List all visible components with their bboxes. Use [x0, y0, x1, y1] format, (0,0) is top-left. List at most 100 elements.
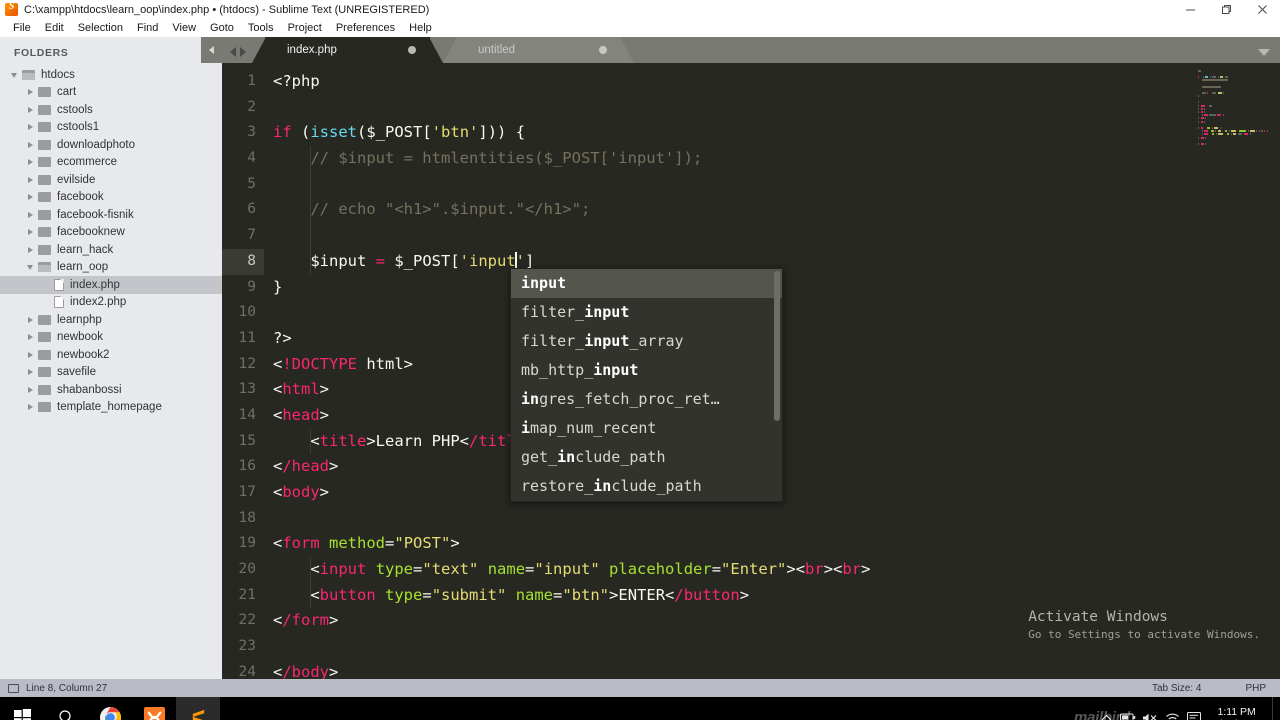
collapse-sidebar-icon[interactable]: [201, 37, 222, 63]
tree-file-index2.php[interactable]: index2.php: [0, 294, 222, 312]
menu-item-preferences[interactable]: Preferences: [329, 21, 402, 35]
cursor-position[interactable]: Line 8, Column 27: [26, 683, 107, 694]
code-line[interactable]: [264, 172, 1194, 198]
code-line[interactable]: <?php: [264, 69, 1194, 95]
autocomplete-item[interactable]: mb_http_input: [511, 356, 782, 385]
tree-folder-cart[interactable]: cart: [0, 84, 222, 102]
chevron-down-icon[interactable]: [10, 70, 19, 79]
chevron-right-icon[interactable]: [26, 88, 35, 97]
wifi-icon[interactable]: [1161, 712, 1183, 720]
menu-item-project[interactable]: Project: [281, 21, 329, 35]
volume-muted-icon[interactable]: [1139, 712, 1161, 720]
code-line[interactable]: [264, 506, 1194, 532]
menu-item-find[interactable]: Find: [130, 21, 165, 35]
autocomplete-popup[interactable]: input filter_input filter_input_array mb_ht…: [510, 268, 783, 502]
tree-folder-downloadphoto[interactable]: downloadphoto: [0, 136, 222, 154]
battery-icon[interactable]: [1117, 712, 1139, 720]
chevron-right-icon[interactable]: [26, 210, 35, 219]
chevron-right-icon[interactable]: [26, 105, 35, 114]
chevron-up-icon[interactable]: [1095, 714, 1117, 720]
autocomplete-item[interactable]: get_include_path: [511, 443, 782, 472]
autocomplete-item[interactable]: ingres_fetch_proc_ret…: [511, 385, 782, 414]
code-line[interactable]: // $input = htmlentities($_POST['input']…: [264, 146, 1194, 172]
tree-folder-savefile[interactable]: savefile: [0, 364, 222, 382]
chevron-down-icon[interactable]: [26, 263, 35, 272]
chevron-right-icon[interactable]: [26, 368, 35, 377]
xampp-icon[interactable]: [132, 697, 176, 720]
chrome-icon[interactable]: [88, 697, 132, 720]
chevron-down-icon[interactable]: [1258, 49, 1270, 56]
menu-item-edit[interactable]: Edit: [38, 21, 71, 35]
code-line[interactable]: // echo "<h1>".$input."</h1>";: [264, 197, 1194, 223]
autocomplete-item[interactable]: restore_include_path: [511, 472, 782, 501]
tab-size[interactable]: Tab Size: 4: [1152, 683, 1201, 694]
chevron-right-icon[interactable]: [26, 123, 35, 132]
tree-folder-learnphp[interactable]: learnphp: [0, 311, 222, 329]
chevron-right-icon[interactable]: [26, 385, 35, 394]
tree-folder-shabanbossi[interactable]: shabanbossi: [0, 381, 222, 399]
tree-folder-newbook[interactable]: newbook: [0, 329, 222, 347]
unsaved-indicator-icon[interactable]: [599, 46, 607, 54]
tree-folder-facebook[interactable]: facebook: [0, 189, 222, 207]
chevron-right-icon[interactable]: [26, 193, 35, 202]
chevron-right-icon[interactable]: [26, 315, 35, 324]
arrow-right-icon[interactable]: [240, 47, 246, 57]
tree-folder-cstools[interactable]: cstools: [0, 101, 222, 119]
close-icon[interactable]: [1244, 0, 1280, 19]
chevron-right-icon[interactable]: [26, 403, 35, 412]
tree-file-index.php[interactable]: index.php: [0, 276, 222, 294]
code-line[interactable]: <input type="text" name="input" placehol…: [264, 557, 1194, 583]
chevron-right-icon[interactable]: [26, 140, 35, 149]
chevron-right-icon[interactable]: [26, 175, 35, 184]
syntax-mode[interactable]: PHP: [1245, 683, 1266, 694]
tree-folder-newbook2[interactable]: newbook2: [0, 346, 222, 364]
chevron-right-icon[interactable]: [26, 228, 35, 237]
tree-folder-cstools1[interactable]: cstools1: [0, 119, 222, 137]
autocomplete-item[interactable]: filter_input: [511, 298, 782, 327]
menu-item-view[interactable]: View: [165, 21, 203, 35]
clock[interactable]: 1:11 PM 6/22/2018: [1205, 706, 1272, 720]
tab-untitled[interactable]: untitled: [443, 37, 634, 63]
tree-folder-evilside[interactable]: evilside: [0, 171, 222, 189]
code-line[interactable]: <button type="submit" name="btn">ENTER</…: [264, 583, 1194, 609]
autocomplete-item[interactable]: imap_num_recent: [511, 414, 782, 443]
menu-item-selection[interactable]: Selection: [71, 21, 130, 35]
code-editor[interactable]: 1 2 3 4 5 6 7 8 9 10 11 12 13 14 15 16 17 18 19 20 21 22 23 24 …: [222, 63, 1280, 679]
autocomplete-item[interactable]: filter_input_array: [511, 327, 782, 356]
chevron-right-icon[interactable]: [26, 245, 35, 254]
autocomplete-item[interactable]: input: [511, 269, 782, 298]
windows-start-icon[interactable]: [0, 697, 44, 720]
chevron-right-icon[interactable]: [26, 158, 35, 167]
unsaved-indicator-icon[interactable]: [408, 46, 416, 54]
tree-folder-ecommerce[interactable]: ecommerce: [0, 154, 222, 172]
code-line[interactable]: </form>: [264, 608, 1194, 634]
menu-item-tools[interactable]: Tools: [241, 21, 281, 35]
arrow-left-icon[interactable]: [230, 47, 236, 57]
minimap[interactable]: [1194, 63, 1280, 679]
chevron-right-icon[interactable]: [26, 350, 35, 359]
minimize-icon[interactable]: [1172, 0, 1208, 19]
tree-folder-htdocs[interactable]: htdocs: [0, 66, 222, 84]
code-line[interactable]: [264, 95, 1194, 121]
code-line[interactable]: [264, 634, 1194, 660]
tree-folder-learn_hack[interactable]: learn_hack: [0, 241, 222, 259]
menu-item-file[interactable]: File: [6, 21, 38, 35]
code-line[interactable]: </body>: [264, 660, 1194, 679]
menu-item-help[interactable]: Help: [402, 21, 439, 35]
restore-icon[interactable]: [1208, 0, 1244, 19]
code-line[interactable]: if (isset($_POST['btn'])) {: [264, 120, 1194, 146]
search-icon[interactable]: [44, 697, 88, 720]
tree-folder-facebooknew[interactable]: facebooknew: [0, 224, 222, 242]
tree-folder-template_homepage[interactable]: template_homepage: [0, 399, 222, 417]
sublime-icon[interactable]: [176, 697, 220, 720]
menu-item-goto[interactable]: Goto: [203, 21, 241, 35]
autocomplete-scrollbar[interactable]: [774, 271, 780, 421]
action-center-icon[interactable]: [1183, 711, 1205, 720]
show-desktop-button[interactable]: [1272, 697, 1280, 720]
code-line[interactable]: <form method="POST">: [264, 531, 1194, 557]
tree-folder-learn_oop[interactable]: learn_oop: [0, 259, 222, 277]
tab-index-php[interactable]: index.php: [252, 37, 443, 63]
tree-folder-facebook-fisnik[interactable]: facebook-fisnik: [0, 206, 222, 224]
chevron-right-icon[interactable]: [26, 333, 35, 342]
code-line[interactable]: [264, 223, 1194, 249]
